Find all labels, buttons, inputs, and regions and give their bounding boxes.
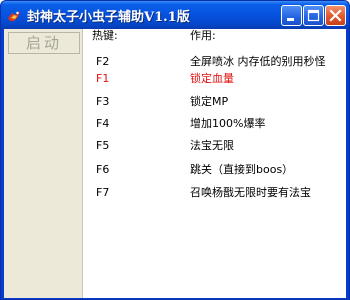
action-cell: 法宝无限 <box>190 139 234 152</box>
hotkey-column-header: 热键: <box>92 29 118 42</box>
hotkey-cell: F3 <box>96 95 110 108</box>
action-cell: 召唤杨戬无限时要有法宝 <box>190 186 311 199</box>
app-icon <box>7 8 21 22</box>
hotkey-list[interactable]: 热键: 作用: F2 全屏喷冰 内存低的别用秒怪 F1 锁定血量 F3 锁定MP… <box>83 29 346 298</box>
minimize-icon <box>287 18 294 21</box>
title-bar[interactable]: 封神太子小虫子辅助V1.1版 <box>1 1 349 29</box>
minimize-button[interactable] <box>281 5 302 26</box>
list-item[interactable]: F7 召唤杨戬无限时要有法宝 <box>83 186 346 208</box>
list-item[interactable]: F3 锁定MP <box>83 95 346 117</box>
close-button[interactable] <box>325 5 346 26</box>
action-column-header: 作用: <box>190 29 216 42</box>
hotkey-cell: F4 <box>96 117 110 130</box>
hotkey-cell: F2 <box>96 55 110 68</box>
list-item[interactable]: F1 锁定血量 <box>83 72 346 94</box>
action-cell: 锁定血量 <box>190 72 234 85</box>
list-item[interactable]: F5 法宝无限 <box>83 139 346 161</box>
hotkey-cell: F5 <box>96 139 110 152</box>
main-window: 封神太子小虫子辅助V1.1版 启动 热键: 作用: F2 全屏喷冰 内存低的别用… <box>0 0 350 300</box>
maximize-button[interactable] <box>303 5 324 26</box>
list-item[interactable]: F4 增加100%爆率 <box>83 117 346 139</box>
control-panel: 启动 <box>4 29 83 298</box>
window-title: 封神太子小虫子辅助V1.1版 <box>27 10 190 25</box>
hotkey-cell: F7 <box>96 186 110 199</box>
action-cell: 增加100%爆率 <box>190 117 266 130</box>
hotkey-cell: F1 <box>96 72 110 85</box>
list-header: 热键: 作用: <box>83 29 346 44</box>
action-cell: 跳关（直接到boos） <box>190 163 294 176</box>
maximize-icon <box>307 9 320 22</box>
hotkey-cell: F6 <box>96 163 110 176</box>
action-cell: 全屏喷冰 内存低的别用秒怪 <box>190 55 326 68</box>
start-button[interactable]: 启动 <box>8 32 80 54</box>
list-item[interactable]: F6 跳关（直接到boos） <box>83 163 346 185</box>
close-icon <box>329 9 342 22</box>
client-area: 启动 热键: 作用: F2 全屏喷冰 内存低的别用秒怪 F1 锁定血量 F3 锁… <box>4 29 346 298</box>
action-cell: 锁定MP <box>190 95 229 108</box>
